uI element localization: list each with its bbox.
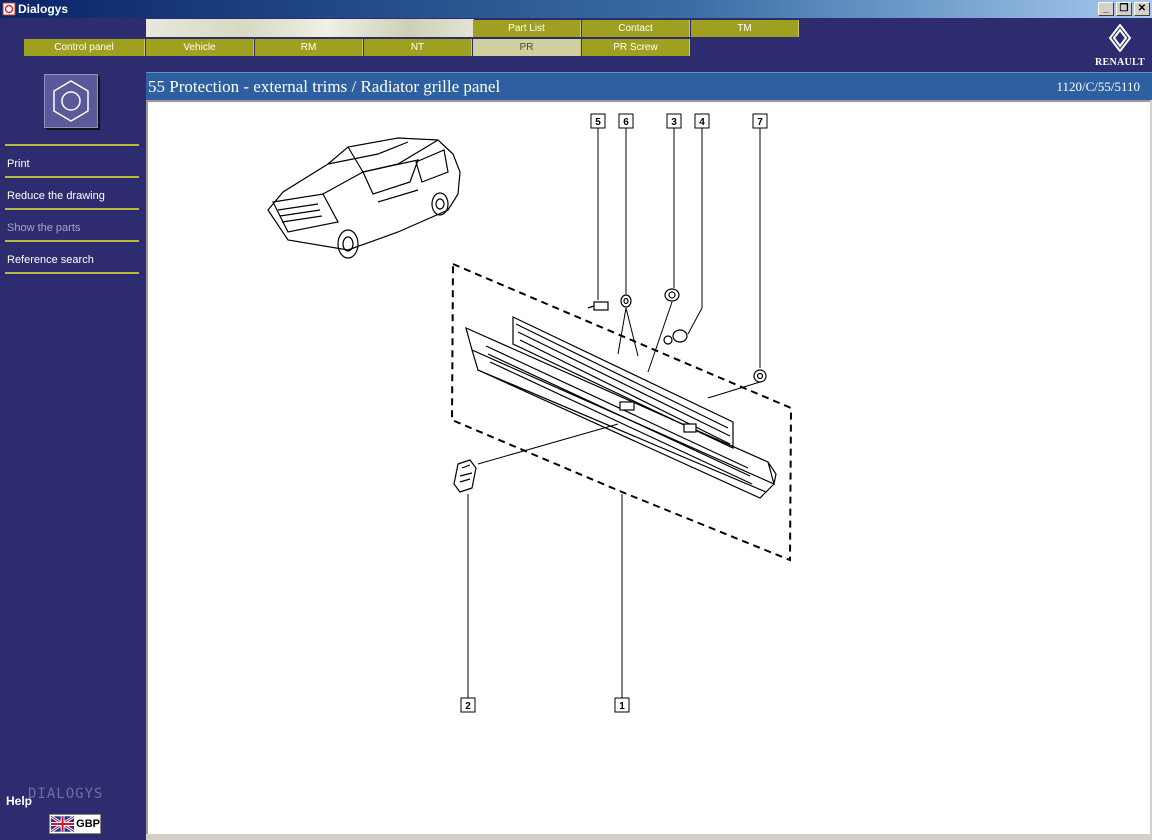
nav-rm-button[interactable]: RM xyxy=(255,39,363,56)
nav-part-list-button[interactable]: Part List xyxy=(473,20,581,37)
washer-part-6 xyxy=(620,294,632,308)
callout-4[interactable]: 4 xyxy=(694,113,710,129)
badge-part-2 xyxy=(453,459,477,493)
page-header: 55 Protection - external trims / Radiato… xyxy=(146,72,1152,100)
sidebar-item-print[interactable]: Print xyxy=(5,144,139,176)
svg-text:6: 6 xyxy=(623,117,629,128)
minimize-button[interactable]: _ xyxy=(1098,2,1114,16)
bolt-part-5 xyxy=(587,301,609,311)
currency-label: GBP xyxy=(76,818,100,830)
svg-text:4: 4 xyxy=(699,117,705,128)
sidebar: Print Reduce the drawing Show the parts … xyxy=(0,72,146,840)
dialogys-app-icon xyxy=(2,2,16,16)
svg-text:3: 3 xyxy=(671,117,677,128)
vehicle-sketch xyxy=(267,137,461,259)
window-titlebar: Dialogys _ ❐ ✕ xyxy=(0,0,1152,18)
callout-2[interactable]: 2 xyxy=(460,697,476,713)
window-bottom-border xyxy=(146,834,1152,840)
exploded-parts-diagram: 5 6 3 4 7 2 1 xyxy=(267,113,793,713)
nav-contact-button[interactable]: Contact xyxy=(582,20,690,37)
svg-text:1: 1 xyxy=(619,701,625,712)
uk-flag-icon xyxy=(51,816,75,832)
callout-1[interactable]: 1 xyxy=(614,697,630,713)
sidebar-item-reduce-drawing[interactable]: Reduce the drawing xyxy=(5,176,139,208)
hexagon-nut-icon xyxy=(53,80,89,122)
nav-tm-button[interactable]: TM xyxy=(691,20,799,37)
nut-part-7 xyxy=(753,369,767,383)
callout-5[interactable]: 5 xyxy=(590,113,606,129)
nav-vehicle-button[interactable]: Vehicle xyxy=(146,39,254,56)
nav-pr-screw-button[interactable]: PR Screw xyxy=(582,39,690,56)
nav-nt-button[interactable]: NT xyxy=(364,39,472,56)
svg-text:2: 2 xyxy=(465,701,471,712)
callout-6[interactable]: 6 xyxy=(618,113,634,129)
sidebar-item-reference-search[interactable]: Reference search xyxy=(5,240,139,272)
renault-logo: RENAULT xyxy=(1092,23,1148,70)
help-link[interactable]: Help xyxy=(6,794,32,808)
callout-7[interactable]: 7 xyxy=(752,113,768,129)
renault-diamond-icon xyxy=(1108,23,1132,53)
sidebar-item-show-parts: Show the parts xyxy=(5,208,139,240)
nav-control-panel-button[interactable]: Control panel xyxy=(24,39,145,56)
dialogys-brand: DIALOGYS xyxy=(28,786,104,802)
callout-3[interactable]: 3 xyxy=(666,113,682,129)
currency-button[interactable]: GBP xyxy=(49,814,101,834)
drawing-reference: 1120/C/55/5110 xyxy=(1056,79,1140,94)
clip-part-3 xyxy=(664,288,680,302)
svg-text:7: 7 xyxy=(757,117,763,128)
restore-button[interactable]: ❐ xyxy=(1116,2,1132,16)
drawing-panel: 5 6 3 4 7 2 1 xyxy=(146,100,1150,834)
svg-text:5: 5 xyxy=(595,117,601,128)
banner-image xyxy=(146,19,474,37)
clip-part-4 xyxy=(663,329,688,345)
window-title: Dialogys xyxy=(18,2,69,16)
close-button[interactable]: ✕ xyxy=(1134,2,1150,16)
sidebar-menu: Print Reduce the drawing Show the parts … xyxy=(5,144,139,274)
part-category-tile xyxy=(44,74,98,128)
radiator-grille-panel xyxy=(465,316,777,499)
page-title: 55 Protection - external trims / Radiato… xyxy=(148,77,501,96)
nav-pr-button[interactable]: PR xyxy=(473,39,581,56)
